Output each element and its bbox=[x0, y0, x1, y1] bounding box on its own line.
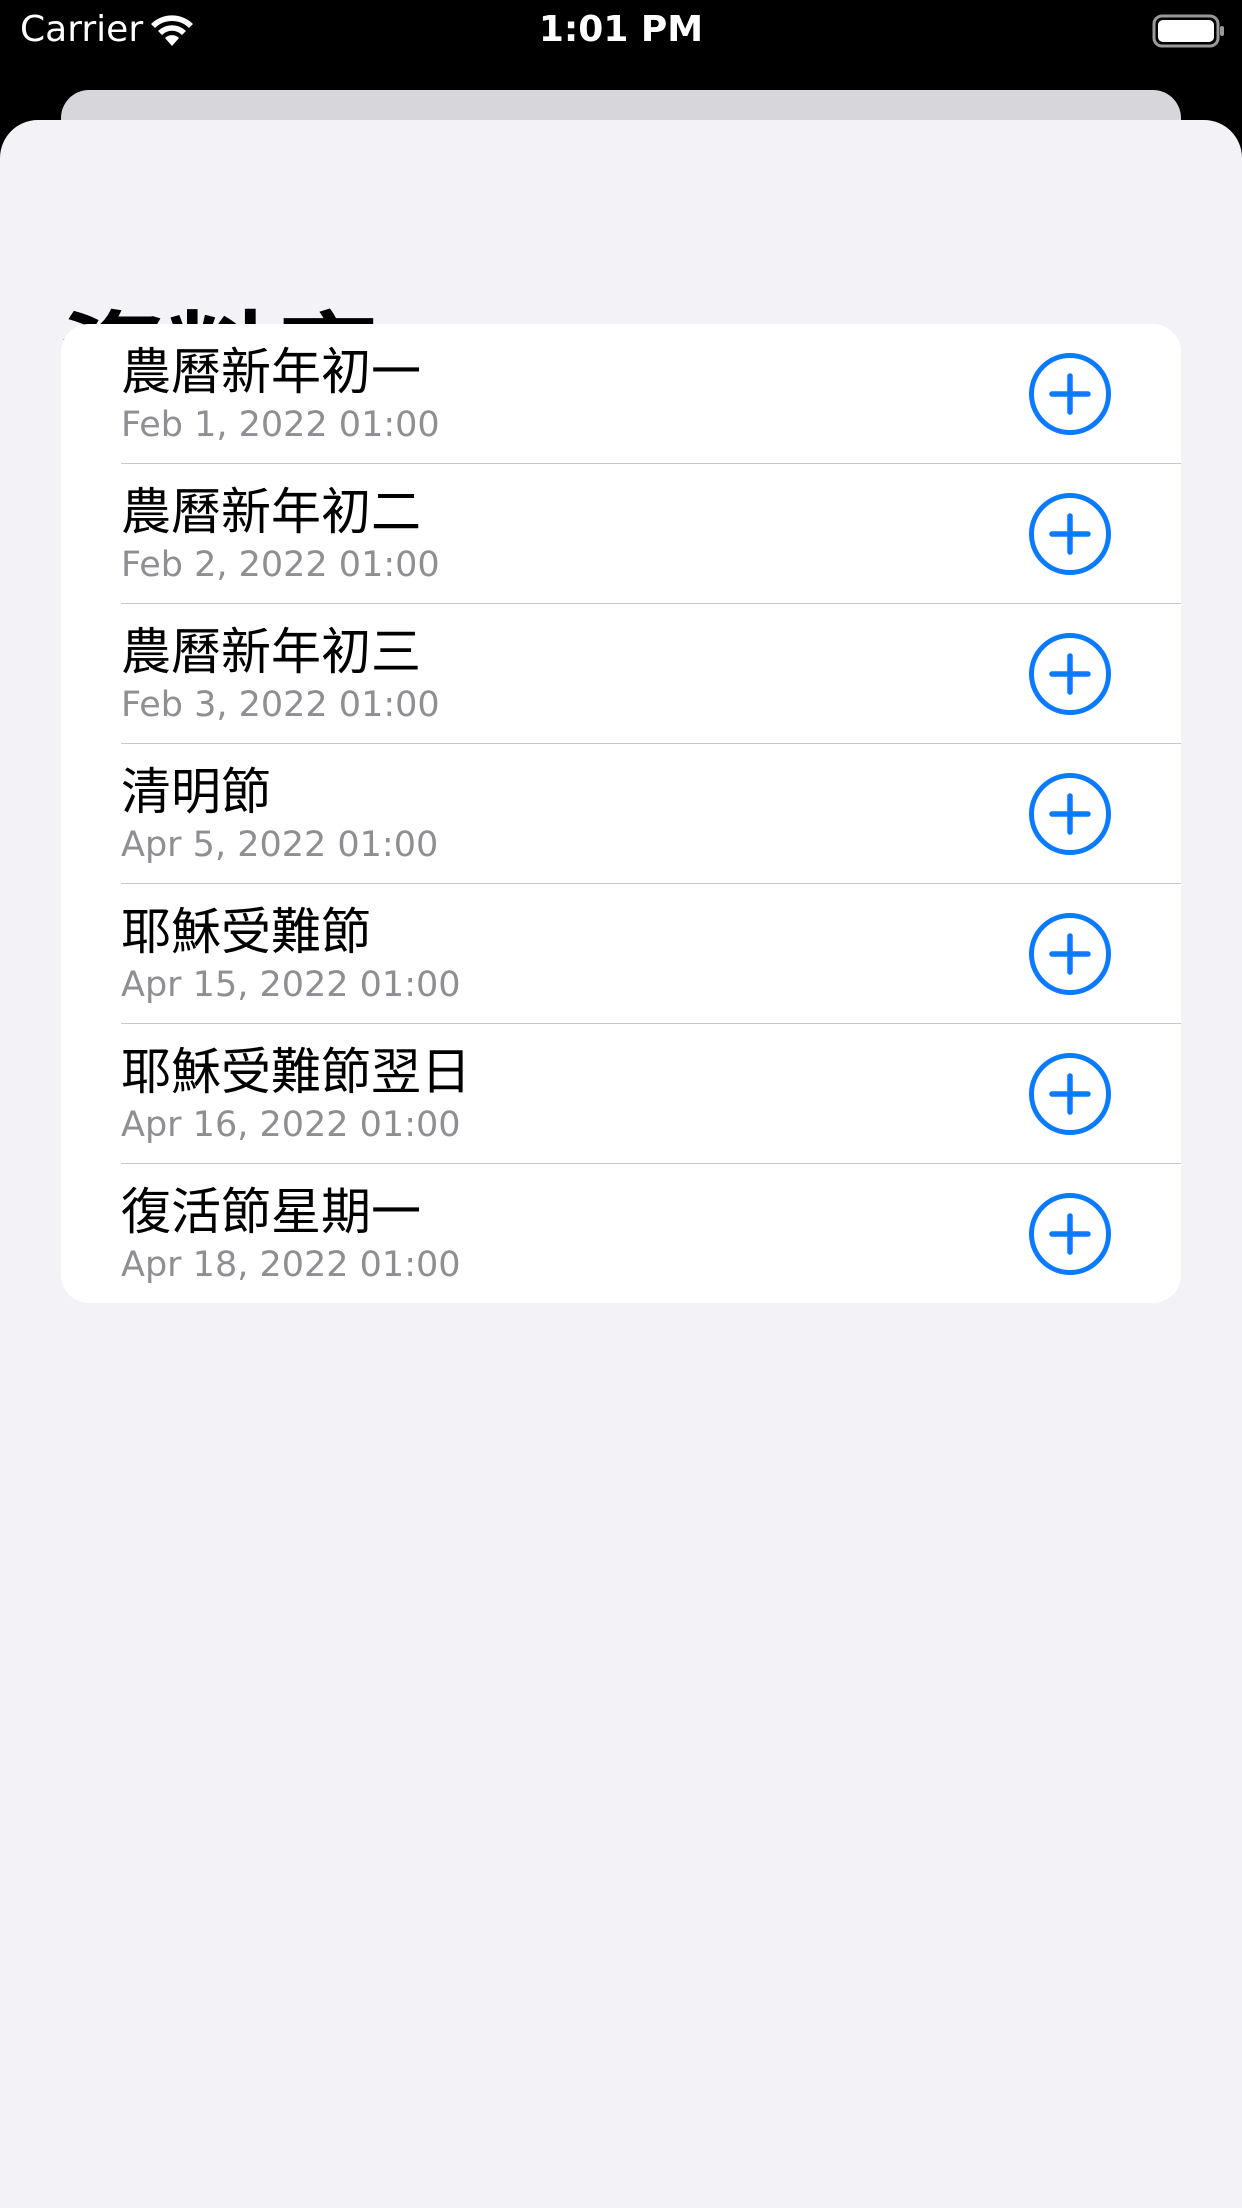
list-item[interactable]: 農曆新年初二 Feb 2, 2022 01:00 bbox=[61, 464, 1181, 604]
holiday-date: Feb 3, 2022 01:00 bbox=[121, 685, 440, 725]
holiday-title: 復活節星期一 bbox=[121, 1183, 421, 1241]
holiday-title: 清明節 bbox=[121, 763, 271, 821]
holiday-title: 耶穌受難節翌日 bbox=[121, 1043, 471, 1101]
holiday-date: Apr 15, 2022 01:00 bbox=[121, 965, 461, 1005]
plus-circle-icon bbox=[1029, 913, 1111, 995]
plus-circle-icon bbox=[1029, 493, 1111, 575]
holiday-list: 農曆新年初一 Feb 1, 2022 01:00 農曆新年初二 Feb 2, 2022… bbox=[61, 324, 1181, 1303]
plus-circle-icon bbox=[1029, 1053, 1111, 1135]
list-item[interactable]: 復活節星期一 Apr 18, 2022 01:00 bbox=[61, 1164, 1181, 1303]
list-item[interactable]: 農曆新年初三 Feb 3, 2022 01:00 bbox=[61, 604, 1181, 744]
add-button[interactable] bbox=[1028, 772, 1112, 856]
holiday-date: Feb 1, 2022 01:00 bbox=[121, 405, 440, 445]
holiday-title: 農曆新年初二 bbox=[121, 483, 421, 541]
holiday-title: 農曆新年初三 bbox=[121, 623, 421, 681]
list-item[interactable]: 耶穌受難節 Apr 15, 2022 01:00 bbox=[61, 884, 1181, 1024]
list-item[interactable]: 農曆新年初一 Feb 1, 2022 01:00 bbox=[61, 324, 1181, 464]
add-button[interactable] bbox=[1028, 1052, 1112, 1136]
add-button[interactable] bbox=[1028, 1192, 1112, 1276]
holiday-date: Apr 16, 2022 01:00 bbox=[121, 1105, 461, 1145]
holiday-date: Feb 2, 2022 01:00 bbox=[121, 545, 440, 585]
plus-circle-icon bbox=[1029, 633, 1111, 715]
status-time: 1:01 PM bbox=[538, 9, 704, 50]
add-button[interactable] bbox=[1028, 912, 1112, 996]
add-button[interactable] bbox=[1028, 632, 1112, 716]
holiday-title: 耶穌受難節 bbox=[121, 903, 371, 961]
list-item[interactable]: 清明節 Apr 5, 2022 01:00 bbox=[61, 744, 1181, 884]
holiday-date: Apr 18, 2022 01:00 bbox=[121, 1245, 461, 1285]
plus-circle-icon bbox=[1029, 353, 1111, 435]
holiday-date: Apr 5, 2022 01:00 bbox=[121, 825, 439, 865]
plus-circle-icon bbox=[1029, 773, 1111, 855]
battery-icon bbox=[1152, 12, 1226, 50]
status-bar: Carrier 1:01 PM bbox=[0, 0, 1242, 62]
plus-circle-icon bbox=[1029, 1193, 1111, 1275]
list-item[interactable]: 耶穌受難節翌日 Apr 16, 2022 01:00 bbox=[61, 1024, 1181, 1164]
add-button[interactable] bbox=[1028, 492, 1112, 576]
screen: Carrier 1:01 PM 資料庫 農曆新年初一Feb 1, 2022 01… bbox=[0, 0, 1242, 2208]
holiday-title: 農曆新年初一 bbox=[121, 343, 421, 401]
add-button[interactable] bbox=[1028, 352, 1112, 436]
